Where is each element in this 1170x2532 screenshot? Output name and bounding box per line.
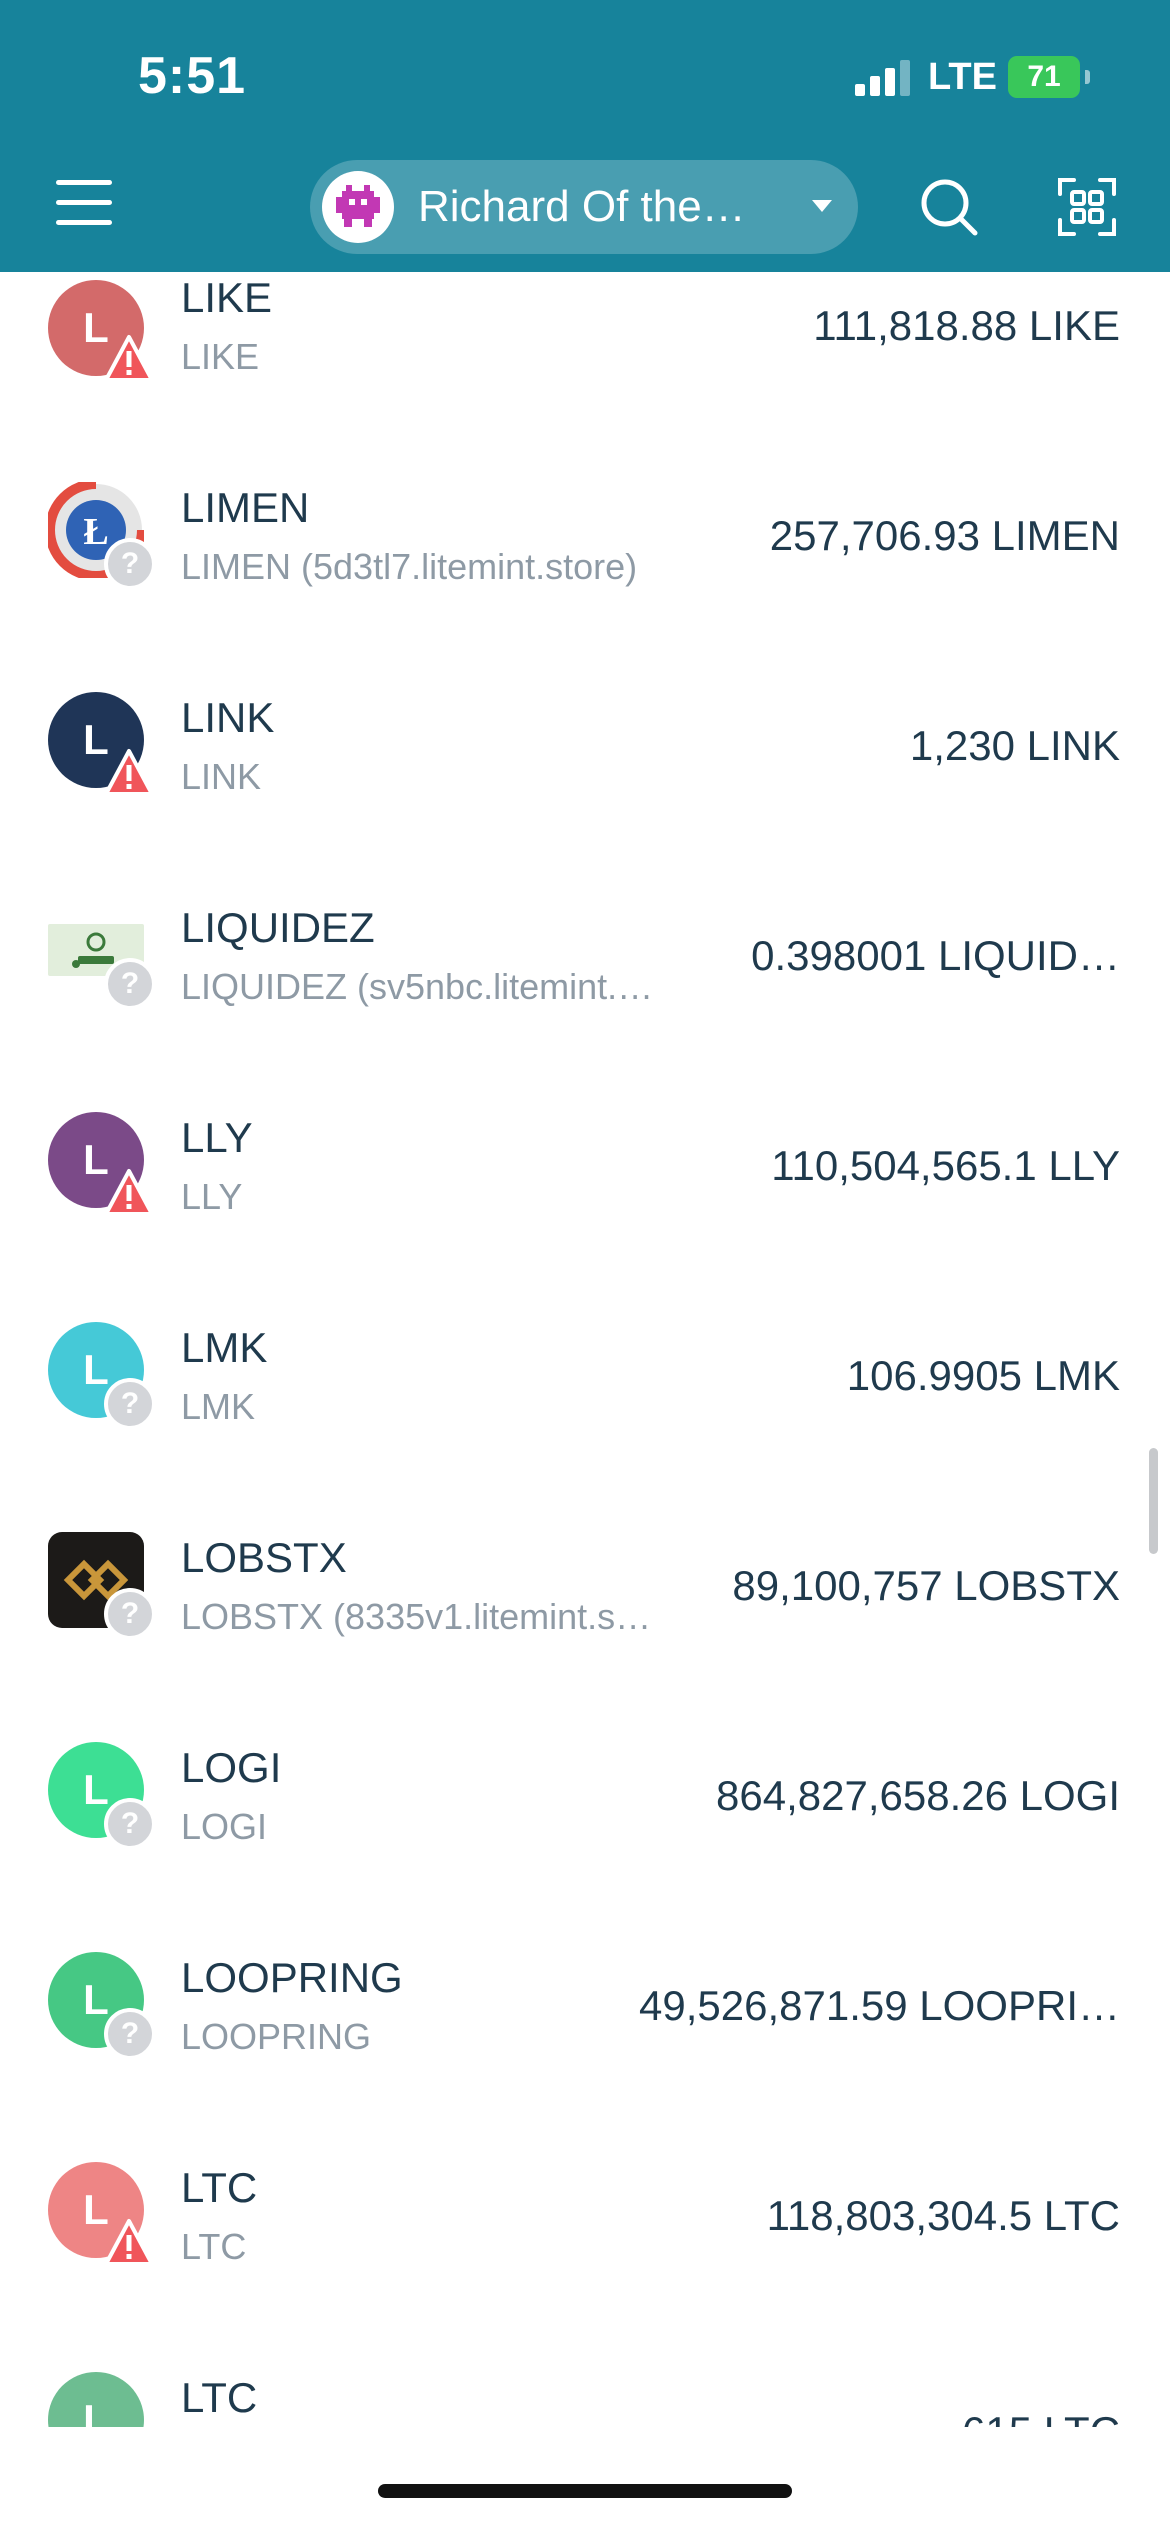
token-subtitle: LOOPRING — [181, 2016, 372, 2057]
svg-text:Ł: Ł — [83, 511, 108, 553]
token-symbol: LIQUIDEZ — [181, 904, 375, 951]
search-icon[interactable] — [918, 176, 980, 238]
chevron-down-icon — [812, 200, 832, 212]
token-row-limen[interactable]: Ł ? LIMEN LIMEN (5d3tl7.litemint.store) … — [0, 482, 1170, 692]
token-symbol: LTC — [181, 2164, 258, 2211]
token-subtitle: LIMEN (5d3tl7.litemint.store) — [181, 546, 638, 587]
network-label: LTE — [928, 56, 997, 98]
token-balance: 89,100,757 LOBSTX — [732, 1562, 1120, 1609]
warning-icon — [104, 1169, 154, 1216]
token-subtitle: LINK — [181, 756, 262, 797]
battery-icon: 71 — [1008, 56, 1080, 98]
token-symbol: LINK — [181, 694, 275, 741]
account-selector[interactable]: Richard Of the… — [310, 160, 858, 254]
token-balance: 110,504,565.1 LLY — [771, 1142, 1120, 1189]
unverified-badge-icon: ? — [104, 538, 156, 590]
token-symbol: LTC — [181, 2374, 258, 2421]
battery-tip — [1085, 70, 1090, 84]
home-indicator[interactable] — [378, 2484, 792, 2498]
token-symbol: LLY — [181, 1114, 253, 1161]
token-balance: 106.9905 LMK — [846, 1352, 1120, 1399]
cellular-signal-icon — [855, 60, 915, 96]
warning-icon — [104, 2219, 154, 2266]
battery-level: 71 — [1027, 60, 1061, 93]
qr-scan-icon[interactable] — [1056, 176, 1118, 238]
token-balance: 118,803,304.5 LTC — [766, 2192, 1120, 2239]
token-balance: 49,526,871.59 LOOPRI… — [639, 1982, 1120, 2029]
token-subtitle: LIQUIDEZ (sv5nbc.litemint.… — [181, 966, 654, 1007]
token-list: L LIKE LIKE 111,818.88 LIKE Ł ? LIMEN LI… — [0, 272, 1170, 2427]
warning-icon — [104, 749, 154, 796]
token-symbol: LOOPRING — [181, 1954, 403, 2001]
token-row-like[interactable]: L LIKE LIKE 111,818.88 LIKE — [0, 272, 1170, 482]
token-balance: 257,706.93 LIMEN — [769, 512, 1120, 559]
token-row-liquidez[interactable]: ? LIQUIDEZ LIQUIDEZ (sv5nbc.litemint.… 0… — [0, 902, 1170, 1112]
top-app-bar: 5:51 LTE 71 Richard Of the… — [0, 0, 1170, 272]
token-subtitle: LMK — [181, 1386, 256, 1427]
token-symbol: LIMEN — [181, 484, 310, 531]
hamburger-menu-icon[interactable] — [56, 180, 112, 226]
token-subtitle: LTC — [181, 2226, 247, 2267]
unverified-badge-icon: ? — [104, 1378, 156, 1430]
token-row-ltc-2[interactable]: L LTC 615 LTC — [0, 2372, 1170, 2427]
token-subtitle: LOBSTX (8335v1.litemint.s… — [181, 1596, 652, 1637]
token-symbol: LOGI — [181, 1744, 282, 1791]
token-balance: 615 LTC — [962, 2408, 1120, 2427]
token-balance: 864,827,658.26 LOGI — [716, 1772, 1120, 1819]
warning-icon — [104, 335, 154, 382]
token-symbol: LMK — [181, 1324, 268, 1371]
token-row-lobstx[interactable]: ? LOBSTX LOBSTX (8335v1.litemint.s… 89,1… — [0, 1532, 1170, 1742]
token-row-lly[interactable]: L LLY LLY 110,504,565.1 LLY — [0, 1112, 1170, 1322]
unverified-badge-icon: ? — [104, 2008, 156, 2060]
scrollbar[interactable] — [1149, 1448, 1158, 1554]
token-balance: 111,818.88 LIKE — [813, 302, 1120, 349]
token-subtitle: LLY — [181, 1176, 243, 1217]
token-symbol: LOBSTX — [181, 1534, 347, 1581]
token-row-link[interactable]: L LINK LINK 1,230 LINK — [0, 692, 1170, 902]
token-subtitle: LIKE — [181, 336, 260, 377]
token-row-lmk[interactable]: L ? LMK LMK 106.9905 LMK — [0, 1322, 1170, 1532]
token-row-logi[interactable]: L ? LOGI LOGI 864,827,658.26 LOGI — [0, 1742, 1170, 1952]
unverified-badge-icon: ? — [104, 1798, 156, 1850]
account-name: Richard Of the… — [418, 182, 746, 231]
unverified-badge-icon: ? — [104, 958, 156, 1010]
token-balance: 1,230 LINK — [909, 722, 1120, 769]
token-subtitle: LOGI — [181, 1806, 268, 1847]
token-balance: 0.398001 LIQUID… — [751, 932, 1120, 979]
account-avatar-icon — [322, 171, 394, 243]
token-row-loopring[interactable]: L ? LOOPRING LOOPRING 49,526,871.59 LOOP… — [0, 1952, 1170, 2162]
token-avatar-icon: L — [48, 2372, 144, 2427]
token-symbol: LIKE — [181, 274, 273, 321]
token-row-ltc[interactable]: L LTC LTC 118,803,304.5 LTC — [0, 2162, 1170, 2372]
unverified-badge-icon: ? — [104, 1588, 156, 1640]
status-time: 5:51 — [138, 47, 247, 105]
